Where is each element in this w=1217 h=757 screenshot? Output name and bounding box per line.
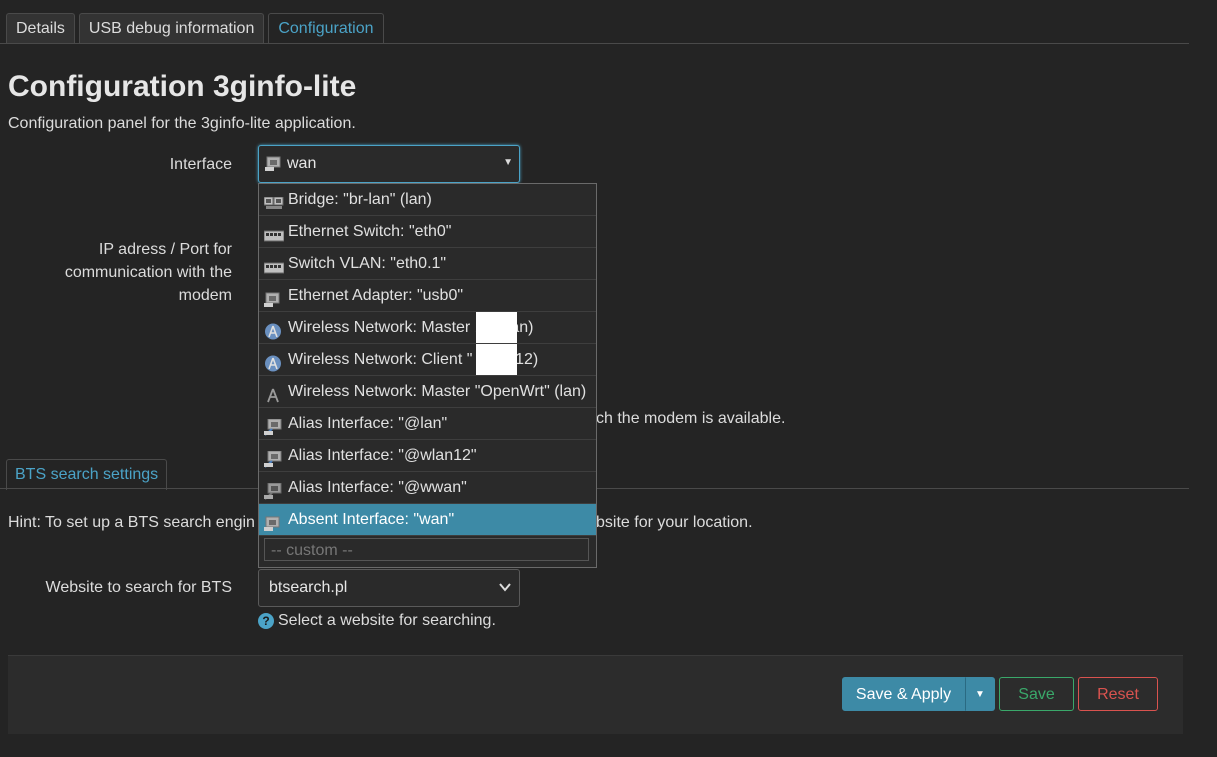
tab-usb-debug[interactable]: USB debug information (78, 13, 265, 43)
tab-details[interactable]: Details (6, 13, 75, 43)
ip-port-label-text: IP adress / Port for communication with … (64, 241, 232, 304)
option-label: Alias Interface: "@wwan" (288, 479, 467, 496)
redaction-block (476, 344, 517, 375)
ip-port-label: IP adress / Port for communication with … (0, 238, 232, 307)
option-label: Alias Interface: "@lan" (288, 415, 448, 432)
interface-select-value: wan (287, 155, 317, 172)
ethernet-adapter-icon (265, 156, 283, 177)
option-label: Ethernet Adapter: "usb0" (288, 287, 464, 304)
bts-website-value: btsearch.pl (269, 579, 348, 596)
dropdown-option[interactable]: Alias Interface: "@wlan12" (259, 440, 596, 472)
bts-website-help-text: Select a website for searching. (278, 612, 496, 629)
dropdown-option[interactable]: Alias Interface: "@lan" (259, 408, 596, 440)
redaction-block (476, 312, 517, 343)
save-apply-button[interactable]: Save & Apply (842, 677, 965, 711)
option-label: Alias Interface: "@wlan12" (288, 447, 477, 464)
save-apply-dropdown-toggle[interactable]: ▼ (965, 677, 995, 711)
dropdown-option[interactable]: Wireless Network: Master 11" (lan) (259, 312, 596, 344)
chevron-down-icon (499, 580, 511, 599)
option-label: Bridge: "br-lan" (lan) (288, 191, 432, 208)
dropdown-option[interactable]: Wireless Network: Client " (wlan12) (259, 344, 596, 376)
page-description: Configuration panel for the 3ginfo-lite … (8, 115, 356, 132)
option-label: Absent Interface: "wan" (288, 511, 455, 528)
bts-hint-continued: bsite for your location. (596, 514, 753, 531)
dropdown-option[interactable]: Ethernet Switch: "eth0" (259, 216, 596, 248)
chevron-down-icon: ▼ (503, 157, 513, 168)
dropdown-option[interactable]: Alias Interface: "@wwan" (259, 472, 596, 504)
interface-label: Interface (169, 156, 232, 173)
dropdown-option[interactable]: Wireless Network: Master "OpenWrt" (lan) (259, 376, 596, 408)
page-title: Configuration 3ginfo-lite (8, 70, 357, 103)
bts-website-select[interactable]: btsearch.pl (258, 569, 520, 607)
tab-configuration[interactable]: Configuration (268, 13, 384, 44)
reset-button[interactable]: Reset (1078, 677, 1158, 711)
interface-dropdown: Bridge: "br-lan" (lan) Ethernet Switch: … (258, 183, 597, 568)
bts-website-label: Website to search for BTS (45, 579, 232, 596)
bts-hint: Hint: To set up a BTS search engin (8, 514, 255, 531)
tab-bts-search-settings[interactable]: BTS search settings (6, 459, 168, 490)
ip-port-description: ch the modem is available. (596, 410, 786, 427)
save-button[interactable]: Save (999, 677, 1074, 711)
interface-select[interactable]: wan ▼ (258, 145, 520, 183)
bts-website-help: ? Select a website for searching. (258, 612, 496, 630)
tab-bar: Details USB debug information Configurat… (6, 13, 384, 44)
tab-divider (0, 43, 1189, 44)
dropdown-option[interactable]: Ethernet Adapter: "usb0" (259, 280, 596, 312)
dropdown-option[interactable]: Bridge: "br-lan" (lan) (259, 184, 596, 216)
option-label: Wireless Network: Master "OpenWrt" (lan) (288, 383, 587, 400)
dropdown-option-selected[interactable]: Absent Interface: "wan" (259, 504, 596, 536)
option-label: Ethernet Switch: "eth0" (288, 223, 452, 240)
custom-interface-input[interactable]: -- custom -- (264, 538, 589, 561)
option-label: Switch VLAN: "eth0.1" (288, 255, 447, 272)
chevron-down-icon: ▼ (975, 689, 985, 700)
help-icon: ? (258, 613, 274, 629)
dropdown-option[interactable]: Switch VLAN: "eth0.1" (259, 248, 596, 280)
